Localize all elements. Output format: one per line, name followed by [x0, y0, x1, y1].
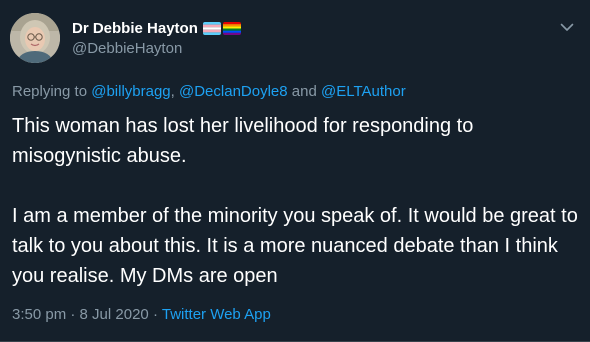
tweet-text: This woman has lost her livelihood for r…	[12, 111, 578, 291]
flag-emojis	[202, 21, 241, 35]
display-name[interactable]: Dr Debbie Hayton	[72, 20, 198, 37]
separator: ,	[170, 83, 175, 100]
transgender-flag-icon	[202, 21, 221, 35]
mention-link[interactable]: @ELTAuthor	[321, 83, 406, 100]
avatar-image	[10, 13, 60, 63]
tweet-card: Dr Debbie Hayton @DebbieHayton Replying …	[0, 0, 590, 342]
replying-to-label: Replying to	[12, 83, 88, 100]
tweet-meta: 3:50 pm · 8 Jul 2020 · Twitter Web App	[12, 306, 271, 323]
and-word: and	[291, 83, 317, 100]
meta-dot: ·	[152, 306, 158, 323]
replying-to: Replying to @billybragg, @DeclanDoyle8 a…	[12, 83, 406, 100]
name-row: Dr Debbie Hayton	[72, 17, 532, 39]
handle[interactable]: @DebbieHayton	[72, 40, 532, 57]
author-block: Dr Debbie Hayton @DebbieHayton	[72, 17, 532, 57]
tweet-time[interactable]: 3:50 pm	[12, 306, 66, 323]
source-app-link[interactable]: Twitter Web App	[162, 306, 271, 323]
mention-link[interactable]: @DeclanDoyle8	[179, 83, 288, 100]
tweet-paragraph: This woman has lost her livelihood for r…	[12, 115, 474, 167]
mention-link[interactable]: @billybragg	[91, 83, 170, 100]
meta-dot: ·	[70, 306, 76, 323]
tweet-paragraph: I am a member of the minority you speak …	[12, 205, 578, 287]
chevron-down-icon[interactable]	[558, 18, 576, 36]
tweet-date[interactable]: 8 Jul 2020	[80, 306, 149, 323]
avatar[interactable]	[10, 13, 60, 63]
rainbow-flag-icon	[222, 21, 241, 35]
